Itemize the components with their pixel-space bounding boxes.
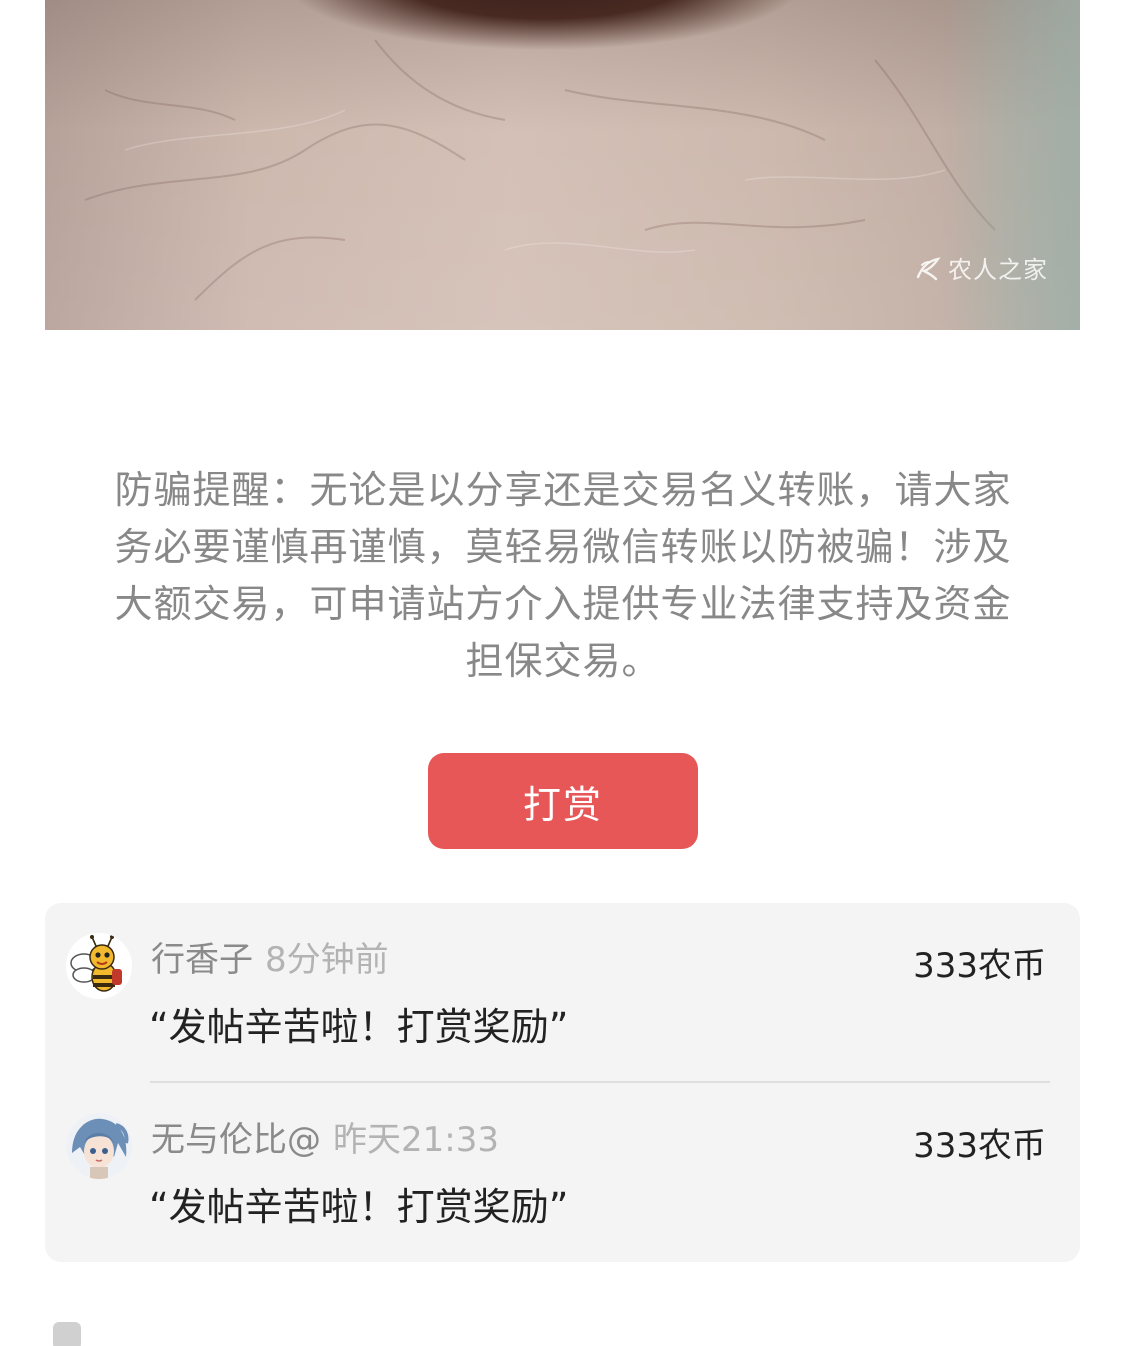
reward-item[interactable]: 行香子 8分钟前 333农币 “发帖辛苦啦！打赏奖励” [45, 903, 1080, 1083]
reward-username[interactable]: 行香子 [151, 940, 253, 980]
reward-time: 8分钟前 [265, 940, 389, 980]
reward-message: “发帖辛苦啦！打赏奖励” [149, 1005, 569, 1049]
bee-avatar-icon[interactable] [66, 933, 132, 999]
reward-time: 昨天21:33 [333, 1120, 499, 1160]
next-post-icon [53, 1322, 81, 1346]
reward-list: 行香子 8分钟前 333农币 “发帖辛苦啦！打赏奖励” 无与伦比@ 昨天21:33 … [45, 903, 1080, 1262]
reward-meta: 无与伦比@ 昨天21:33 [151, 1115, 499, 1165]
reward-amount: 333农币 [913, 946, 1046, 986]
reward-meta: 行香子 8分钟前 [151, 935, 389, 985]
reward-button[interactable]: 打赏 [428, 753, 698, 849]
anime-girl-avatar-icon[interactable] [66, 1113, 132, 1179]
reward-message: “发帖辛苦啦！打赏奖励” [149, 1185, 569, 1229]
post-image[interactable]: 农人之家 [45, 0, 1080, 330]
reward-item[interactable]: 无与伦比@ 昨天21:33 333农币 “发帖辛苦啦！打赏奖励” [45, 1083, 1080, 1253]
watermark-text: 农人之家 [948, 256, 1048, 284]
anti-fraud-notice: 防骗提醒：无论是以分享还是交易名义转账，请大家务必要谨慎再谨慎，莫轻易微信转账以… [114, 468, 1012, 683]
reward-username[interactable]: 无与伦比@ [151, 1120, 321, 1160]
watermark: 农人之家 [914, 250, 1048, 285]
reward-amount: 333农币 [913, 1126, 1046, 1166]
farm-logo-icon [916, 256, 941, 280]
next-post-row[interactable] [45, 1316, 1080, 1346]
